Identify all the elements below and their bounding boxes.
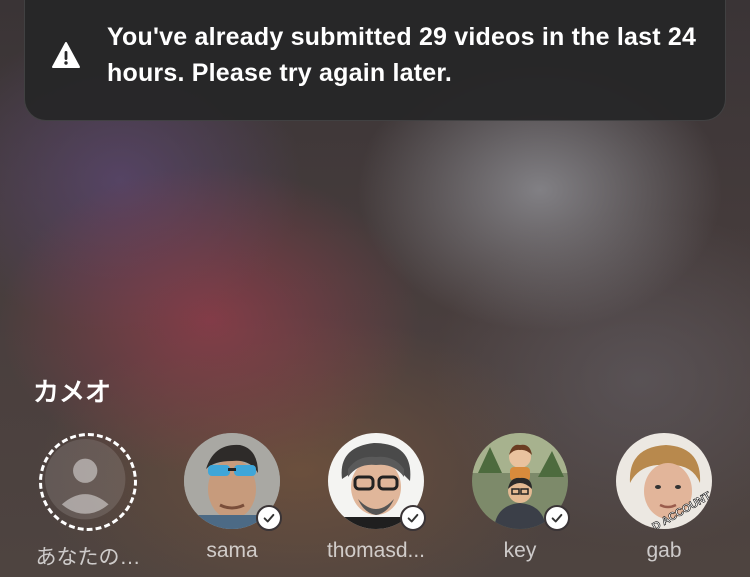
verified-badge-icon bbox=[400, 505, 426, 531]
warning-icon bbox=[52, 42, 80, 68]
cameo-label: sama bbox=[206, 539, 258, 562]
verified-badge-icon bbox=[256, 505, 282, 531]
person-placeholder-icon bbox=[45, 439, 126, 520]
cameo-label: thomasd... bbox=[326, 539, 426, 562]
cameo-label: gab bbox=[646, 539, 682, 562]
cameo-section-title: カメオ bbox=[33, 377, 112, 407]
avatar-gab: OLD ACCOUNT bbox=[616, 433, 712, 529]
cameo-item-self[interactable]: あなたの… bbox=[23, 433, 153, 571]
cameo-item-thomasd[interactable]: thomasd... bbox=[311, 433, 441, 563]
cameo-label: key bbox=[503, 539, 537, 562]
cameo-label: あなたの… bbox=[35, 546, 141, 569]
cameo-item-sama[interactable]: sama bbox=[167, 433, 297, 563]
add-cameo-button[interactable] bbox=[39, 433, 137, 531]
cameo-item-gab[interactable]: OLD ACCOUNT gab bbox=[599, 433, 729, 563]
toast-message: You've already submitted 29 videos in th… bbox=[107, 23, 697, 87]
verified-badge-icon bbox=[544, 505, 570, 531]
cameo-item-key[interactable]: key bbox=[455, 433, 585, 563]
rate-limit-toast: You've already submitted 29 videos in th… bbox=[24, 0, 726, 121]
